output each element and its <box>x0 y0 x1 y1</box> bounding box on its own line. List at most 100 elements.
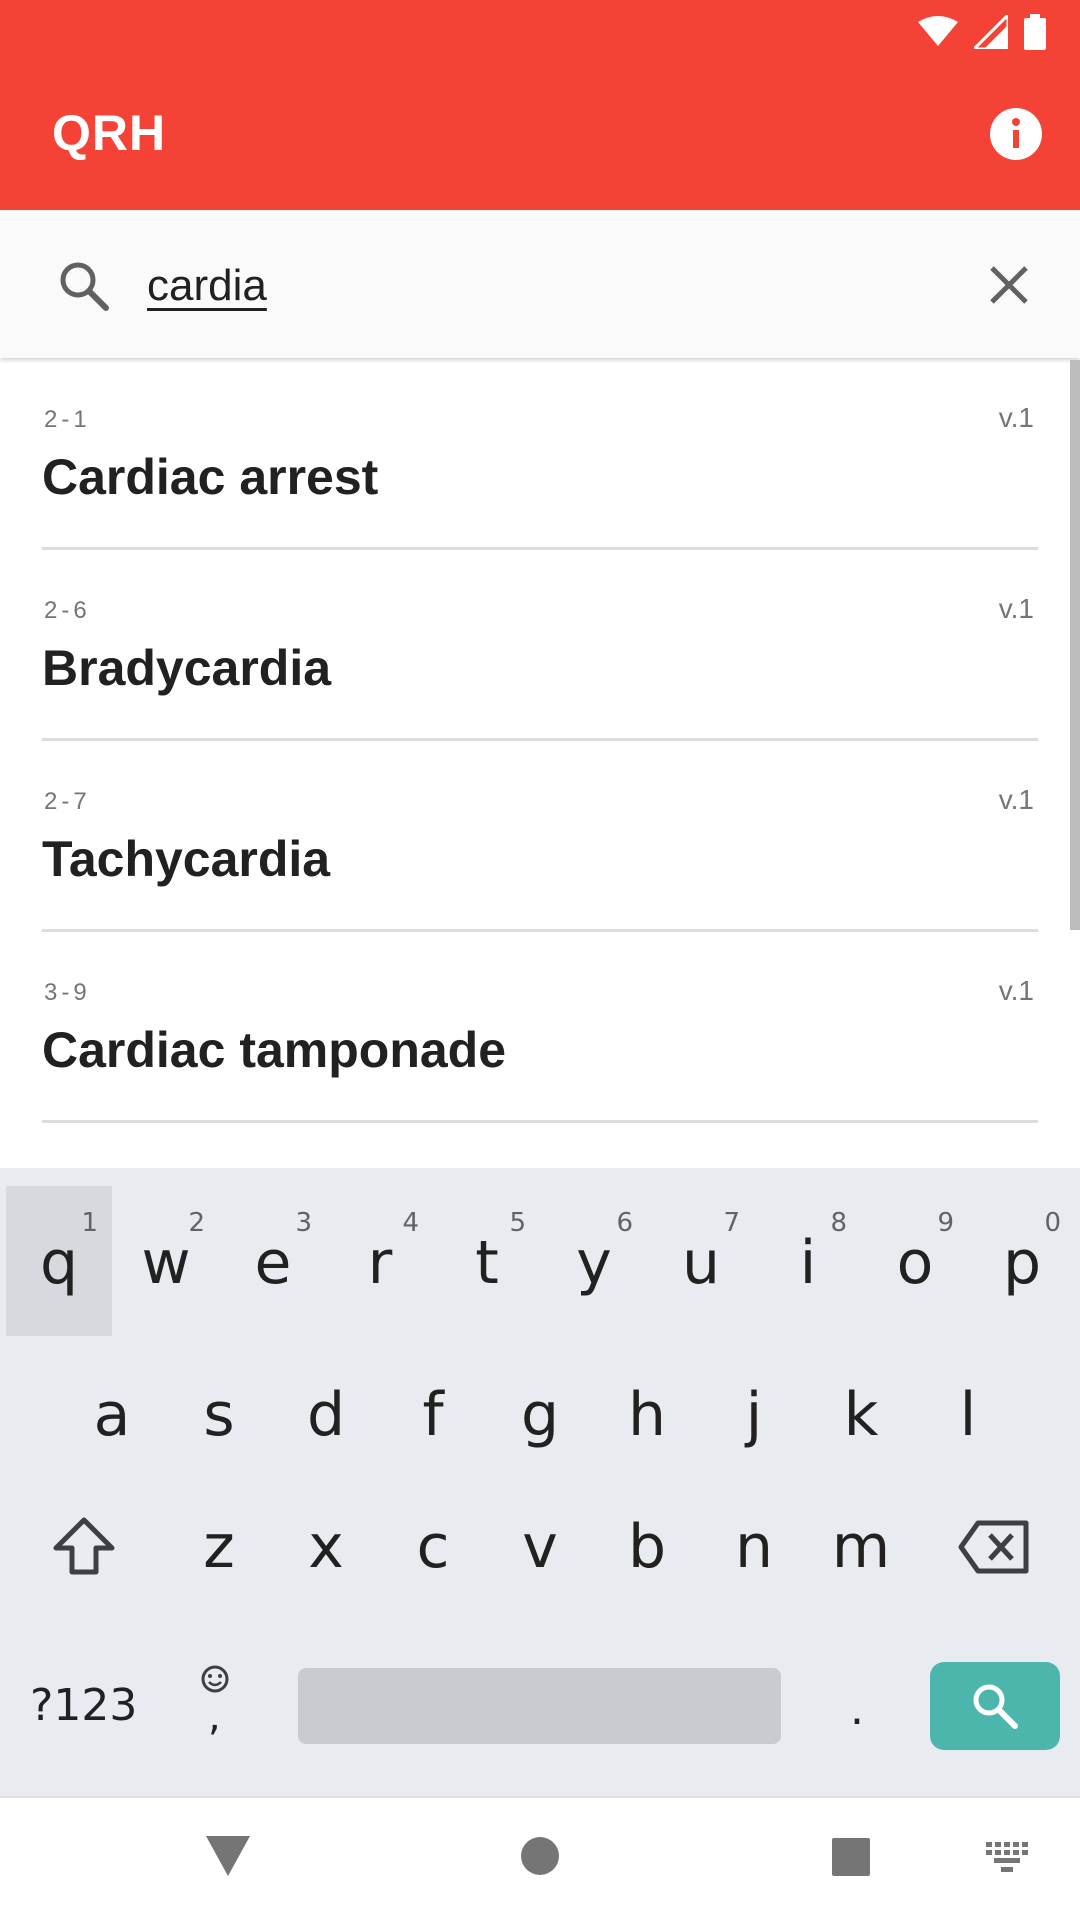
key-y[interactable]: y6 <box>541 1186 647 1336</box>
key-hint: 4 <box>402 1208 419 1238</box>
scrollbar[interactable] <box>1070 360 1080 930</box>
key-label: l <box>959 1380 977 1450</box>
key-hint: 9 <box>937 1208 954 1238</box>
key-m[interactable]: m <box>808 1470 914 1620</box>
shift-key[interactable] <box>30 1470 136 1620</box>
search-enter-key[interactable] <box>930 1662 1060 1750</box>
wifi-icon <box>918 16 958 46</box>
key-d[interactable]: d <box>273 1338 379 1488</box>
key-hint: 8 <box>830 1208 847 1238</box>
key-f[interactable]: f <box>380 1338 486 1488</box>
key-l[interactable]: l <box>915 1338 1021 1488</box>
key-label: p <box>1002 1228 1042 1298</box>
item-code: 3-9 <box>44 979 91 1006</box>
key-label: s <box>203 1380 235 1450</box>
emoji-comma-key[interactable]: , <box>196 1664 236 1744</box>
symbols-key[interactable]: ?123 <box>30 1680 137 1731</box>
key-hint: 2 <box>188 1208 205 1238</box>
key-label: n <box>734 1512 774 1582</box>
key-q[interactable]: q1 <box>6 1186 112 1336</box>
status-icons <box>918 14 1046 50</box>
divider <box>42 547 1038 550</box>
key-label: j <box>745 1380 763 1450</box>
info-icon <box>990 108 1042 160</box>
key-label: w <box>141 1228 191 1298</box>
key-x[interactable]: x <box>273 1470 379 1620</box>
key-w[interactable]: w2 <box>113 1186 219 1336</box>
key-h[interactable]: h <box>594 1338 700 1488</box>
item-title: Tachycardia <box>42 831 331 887</box>
back-icon[interactable] <box>204 1834 252 1878</box>
key-b[interactable]: b <box>594 1470 700 1620</box>
key-e[interactable]: e3 <box>220 1186 326 1336</box>
key-t[interactable]: t5 <box>434 1186 540 1336</box>
key-n[interactable]: n <box>701 1470 807 1620</box>
navigation-bar <box>0 1796 1080 1922</box>
key-hint: 0 <box>1044 1208 1061 1238</box>
key-p[interactable]: p0 <box>969 1186 1075 1336</box>
list-item[interactable]: 2-6 v.1 Bradycardia <box>42 551 1038 741</box>
key-label: h <box>627 1380 667 1450</box>
backspace-icon <box>958 1520 1029 1574</box>
item-version: v.1 <box>998 402 1034 433</box>
key-hint: 6 <box>616 1208 633 1238</box>
divider <box>42 1120 1038 1123</box>
key-label: q <box>39 1228 79 1298</box>
item-title: Cardiac arrest <box>42 449 379 505</box>
key-label: o <box>896 1228 934 1298</box>
home-icon[interactable] <box>520 1836 560 1876</box>
info-button[interactable] <box>990 108 1042 160</box>
key-k[interactable]: k <box>808 1338 914 1488</box>
item-version: v.1 <box>998 593 1034 624</box>
soft-keyboard: q1w2e3r4t5y6u7i8o9p0 asdfghjkl zxcvbnm ?… <box>0 1168 1080 1796</box>
key-v[interactable]: v <box>487 1470 593 1620</box>
list-item[interactable]: 2-7 v.1 Tachycardia <box>42 742 1038 932</box>
key-z[interactable]: z <box>166 1470 272 1620</box>
emoji-icon <box>201 1665 229 1693</box>
key-label: i <box>799 1228 817 1298</box>
signal-icon <box>974 15 1008 49</box>
key-hint: 1 <box>81 1208 98 1238</box>
key-label: f <box>422 1380 444 1450</box>
spacebar[interactable] <box>298 1668 781 1744</box>
key-label: m <box>831 1512 891 1582</box>
key-r[interactable]: r4 <box>327 1186 433 1336</box>
key-o[interactable]: o9 <box>862 1186 968 1336</box>
key-label: t <box>475 1228 499 1298</box>
key-label: v <box>522 1512 558 1582</box>
key-label: k <box>843 1380 879 1450</box>
key-j[interactable]: j <box>701 1338 807 1488</box>
item-title: Cardiac tamponade <box>42 1022 507 1078</box>
divider <box>42 738 1038 741</box>
key-hint: 7 <box>723 1208 740 1238</box>
item-version: v.1 <box>998 975 1034 1006</box>
key-label: y <box>576 1228 612 1298</box>
search-icon <box>60 262 109 311</box>
divider <box>42 929 1038 932</box>
clear-search-button[interactable] <box>984 260 1034 310</box>
key-u[interactable]: u7 <box>648 1186 754 1336</box>
keyboard-switch-icon[interactable] <box>986 1842 1030 1872</box>
key-label: b <box>627 1512 667 1582</box>
shift-icon <box>53 1517 115 1575</box>
item-code: 2-6 <box>44 597 91 624</box>
key-s[interactable]: s <box>166 1338 272 1488</box>
period-key[interactable]: . <box>850 1684 864 1735</box>
key-g[interactable]: g <box>487 1338 593 1488</box>
key-a[interactable]: a <box>59 1338 165 1488</box>
list-item[interactable]: 3-9 v.1 Cardiac tamponade <box>42 933 1038 1123</box>
key-label: x <box>308 1512 344 1582</box>
key-c[interactable]: c <box>380 1470 486 1620</box>
key-label: r <box>367 1228 393 1298</box>
list-item[interactable]: 2-1 v.1 Cardiac arrest <box>42 360 1038 550</box>
search-input[interactable] <box>147 254 947 318</box>
key-label: c <box>416 1512 450 1582</box>
item-version: v.1 <box>998 784 1034 815</box>
key-label: d <box>306 1380 346 1450</box>
key-i[interactable]: i8 <box>755 1186 861 1336</box>
backspace-key[interactable] <box>940 1470 1046 1620</box>
key-label: e <box>254 1228 292 1298</box>
key-label: g <box>520 1380 560 1450</box>
results-list[interactable]: 2-1 v.1 Cardiac arrest 2-6 v.1 Bradycard… <box>0 360 1080 1170</box>
recents-icon[interactable] <box>832 1838 870 1876</box>
